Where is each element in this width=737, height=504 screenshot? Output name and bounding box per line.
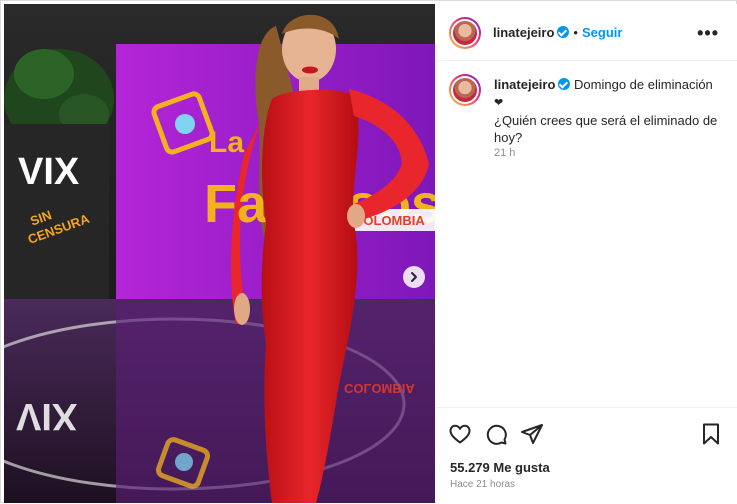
caption-heart-emoji: ❤ — [494, 97, 504, 109]
hand-on-hip — [347, 204, 365, 228]
caption-username[interactable]: linatejeiro — [494, 77, 555, 92]
lips — [302, 66, 318, 74]
avatar[interactable] — [449, 17, 481, 49]
post-caption: linatejeiro Domingo de eliminación ❤ ¿Qu… — [494, 76, 724, 146]
post-dialog: VIX COLOMBIA VIX SIN CENSURA La Famosos … — [0, 0, 737, 503]
carousel-next-button[interactable] — [403, 266, 425, 288]
separator-dot: • — [573, 25, 578, 40]
colombia-reflection: COLOMBIA — [344, 381, 415, 396]
follow-button[interactable]: Seguir — [582, 25, 622, 40]
more-options-icon[interactable]: ••• — [697, 23, 719, 44]
chevron-right-icon — [411, 272, 417, 282]
post-side-panel: linatejeiro • Seguir ••• linatejeiro Domin… — [436, 4, 737, 503]
caption-text-line2: ¿Quién crees que será el eliminado de ho… — [494, 113, 718, 145]
show-title-la: La — [209, 126, 244, 159]
caption-avatar[interactable] — [449, 74, 481, 106]
post-photo: VIX COLOMBIA VIX SIN CENSURA La Famosos … — [4, 4, 435, 503]
caption-text-line1: Domingo de eliminación — [574, 77, 713, 92]
username-link[interactable]: linatejeiro — [493, 25, 554, 40]
caption-timestamp[interactable]: 21 h — [494, 147, 515, 159]
vix-reflection: VIX — [16, 395, 78, 437]
likes-count[interactable]: 55.279 Me gusta — [450, 460, 550, 475]
verified-badge-icon — [557, 26, 570, 38]
share-icon[interactable] — [520, 422, 544, 446]
post-media[interactable]: VIX COLOMBIA VIX SIN CENSURA La Famosos … — [4, 4, 435, 503]
post-header: linatejeiro • Seguir ••• — [436, 4, 737, 61]
header-user-line: linatejeiro • Seguir — [493, 24, 622, 42]
post-date[interactable]: Hace 21 horas — [450, 479, 515, 490]
comment-icon[interactable] — [484, 422, 508, 446]
heart-icon[interactable] — [448, 422, 472, 446]
vix-logo: VIX — [18, 151, 80, 193]
verified-badge-icon — [558, 78, 571, 90]
post-actions: 55.279 Me gusta Hace 21 horas — [436, 407, 737, 504]
bookmark-icon[interactable] — [699, 422, 723, 446]
